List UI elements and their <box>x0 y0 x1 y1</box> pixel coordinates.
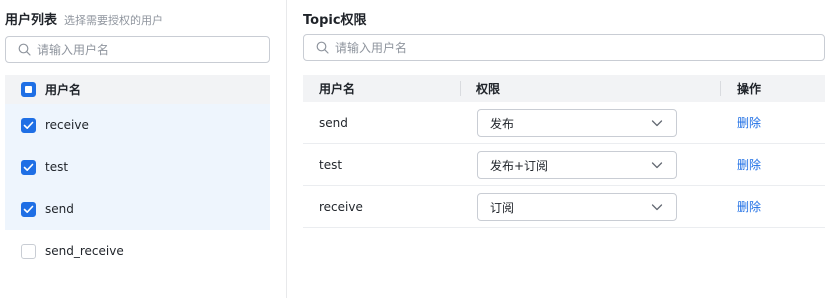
checkmark-icon <box>23 121 34 129</box>
user-list-subtitle: 选择需要授权的用户 <box>64 14 164 27</box>
topic-permission-title: Topic权限 <box>303 13 367 28</box>
row-user-name: test <box>319 157 343 172</box>
user-list: 用户名 receive test send send_receive <box>5 75 270 272</box>
select-all-checkbox[interactable] <box>21 82 36 97</box>
column-divider <box>460 81 461 96</box>
user-checkbox[interactable] <box>21 159 36 175</box>
chevron-down-icon <box>651 204 663 211</box>
user-name: send_receive <box>45 244 124 258</box>
permission-search-placeholder: 请输入用户名 <box>335 41 408 55</box>
column-header-permission: 权限 <box>476 82 501 96</box>
delete-link[interactable]: 删除 <box>737 102 761 143</box>
table-row: send 发布 删除 <box>303 102 825 144</box>
user-list-header: 用户名 <box>5 75 270 104</box>
user-name: send <box>45 202 74 216</box>
delete-link[interactable]: 删除 <box>737 186 761 227</box>
user-checkbox[interactable] <box>21 201 36 217</box>
user-search-input[interactable]: 请输入用户名 <box>5 36 270 63</box>
user-name: receive <box>45 118 89 132</box>
permission-select[interactable]: 发布+订阅 <box>477 151 677 179</box>
chevron-down-icon <box>651 120 663 127</box>
permission-select[interactable]: 订阅 <box>477 193 677 221</box>
user-list-panel: 用户列表 选择需要授权的用户 请输入用户名 用户名 receive test sen… <box>0 0 287 298</box>
checkmark-icon <box>23 205 34 213</box>
row-user-name: receive <box>319 199 363 214</box>
chevron-down-icon <box>651 162 663 169</box>
list-item[interactable]: send_receive <box>5 230 270 272</box>
user-search-placeholder: 请输入用户名 <box>37 43 110 57</box>
delete-link[interactable]: 删除 <box>737 144 761 185</box>
search-icon <box>18 43 31 56</box>
permission-table: 用户名 权限 操作 send 发布 删除 test 发布+订阅 删除 receive 订阅 删除 <box>303 75 825 228</box>
user-list-title-row: 用户列表 选择需要授权的用户 <box>5 9 163 28</box>
permission-value: 发布+订阅 <box>490 158 549 173</box>
row-user-name: send <box>319 115 348 130</box>
table-row: test 发布+订阅 删除 <box>303 144 825 186</box>
user-name: test <box>45 160 69 174</box>
permission-value: 发布 <box>490 116 515 131</box>
permission-table-header: 用户名 权限 操作 <box>303 75 825 102</box>
table-row: receive 订阅 删除 <box>303 186 825 228</box>
permission-value: 订阅 <box>490 200 515 215</box>
permission-search-input[interactable]: 请输入用户名 <box>303 34 825 61</box>
search-icon <box>316 41 329 54</box>
user-checkbox[interactable] <box>21 117 36 133</box>
user-checkbox[interactable] <box>21 243 36 259</box>
column-header-action: 操作 <box>737 82 762 96</box>
permission-select[interactable]: 发布 <box>477 109 677 137</box>
user-list-title: 用户列表 <box>5 13 58 28</box>
list-item[interactable]: send <box>5 188 270 230</box>
list-item[interactable]: receive <box>5 104 270 146</box>
checkmark-icon <box>23 163 34 171</box>
column-divider <box>720 81 721 96</box>
list-item[interactable]: test <box>5 146 270 188</box>
user-list-header-label: 用户名 <box>45 83 82 97</box>
column-header-user: 用户名 <box>319 82 356 96</box>
